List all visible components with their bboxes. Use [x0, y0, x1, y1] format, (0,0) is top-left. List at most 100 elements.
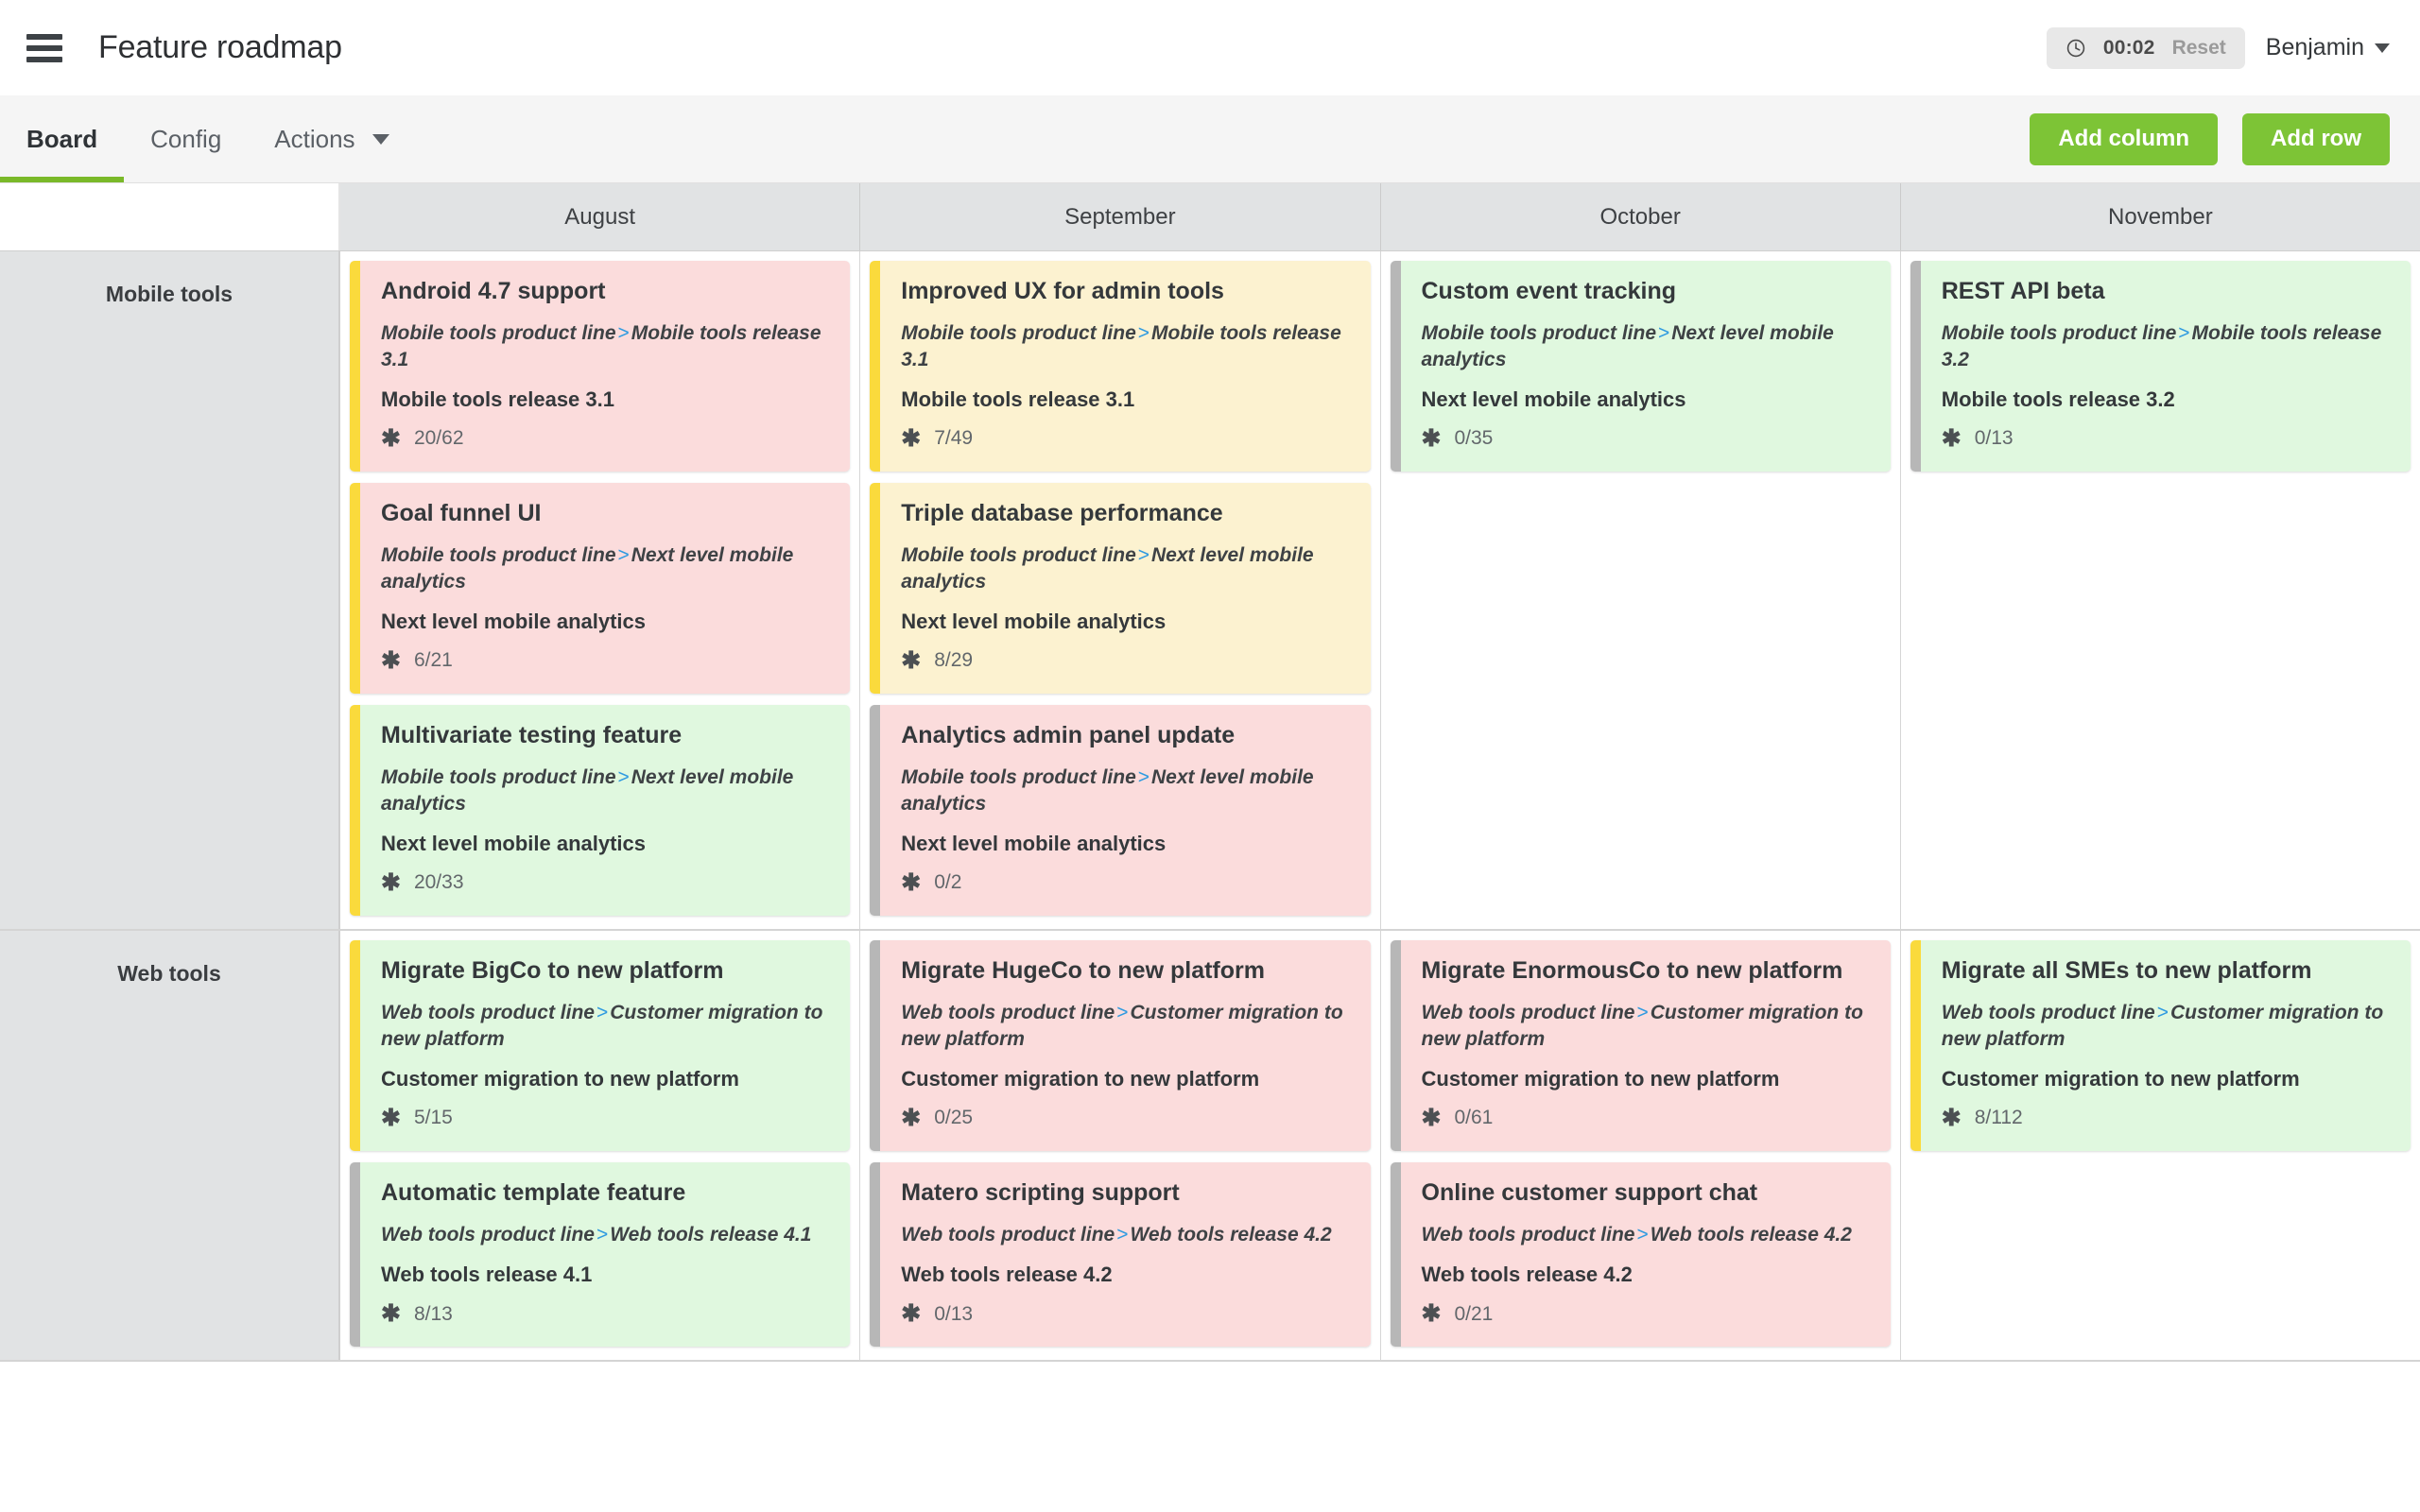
- roadmap-card[interactable]: Online customer support chatWeb tools pr…: [1391, 1162, 1891, 1347]
- tab-actions-label: Actions: [274, 125, 354, 154]
- row-header-mobile-tools[interactable]: Mobile tools: [0, 251, 340, 929]
- card-release-label: Mobile tools release 3.1: [901, 387, 1347, 412]
- card-progress-count: 5/15: [414, 1107, 453, 1129]
- row-header-label: Mobile tools: [106, 282, 233, 929]
- column-header-october[interactable]: October: [1381, 183, 1901, 250]
- card-release-label: Customer migration to new platform: [1942, 1067, 2388, 1091]
- card-meta: ✱0/35: [1422, 427, 1868, 451]
- card-progress-count: 0/61: [1454, 1107, 1493, 1129]
- breadcrumb-parent: Mobile tools product line: [381, 766, 616, 788]
- roadmap-card[interactable]: Improved UX for admin toolsMobile tools …: [870, 261, 1370, 472]
- roadmap-card[interactable]: Migrate all SMEs to new platformWeb tool…: [1910, 940, 2411, 1151]
- timer-value: 00:02: [2103, 37, 2155, 60]
- asterisk-icon: ✱: [901, 427, 921, 451]
- asterisk-icon: ✱: [1422, 1302, 1442, 1326]
- breadcrumb-separator-icon: >: [595, 1002, 610, 1023]
- board-cell[interactable]: Android 4.7 supportMobile tools product …: [340, 251, 860, 929]
- card-meta: ✱0/21: [1422, 1302, 1868, 1326]
- card-title: Custom event tracking: [1422, 278, 1868, 305]
- breadcrumb-parent: Mobile tools product line: [1422, 322, 1657, 344]
- breadcrumb-separator-icon: >: [1136, 766, 1151, 788]
- card-progress-count: 8/112: [1975, 1107, 2023, 1129]
- card-breadcrumb: Mobile tools product line>Mobile tools r…: [1942, 320, 2388, 373]
- card-progress-count: 0/25: [934, 1107, 973, 1129]
- asterisk-icon: ✱: [381, 871, 401, 895]
- board-cell[interactable]: Migrate HugeCo to new platformWeb tools …: [860, 931, 1380, 1360]
- card-meta: ✱ 0/13: [901, 1302, 1347, 1326]
- card-breadcrumb: Web tools product line>Customer migratio…: [901, 1000, 1347, 1053]
- card-meta: ✱8/13: [381, 1302, 827, 1326]
- card-title: Automatic template feature: [381, 1179, 827, 1207]
- card-release-label: Customer migration to new platform: [901, 1067, 1347, 1091]
- hamburger-bar: [26, 34, 62, 40]
- card-breadcrumb: Mobile tools product line>Mobile tools r…: [901, 320, 1347, 373]
- tab-board[interactable]: Board: [0, 95, 124, 182]
- card-breadcrumb: Web tools product line>Web tools release…: [1422, 1222, 1868, 1248]
- timer-widget[interactable]: 00:02 Reset: [2047, 27, 2245, 69]
- row-header-web-tools[interactable]: Web tools: [0, 931, 340, 1360]
- page-title: Feature roadmap: [98, 29, 342, 66]
- chevron-down-icon: [2375, 43, 2390, 53]
- breadcrumb-separator-icon: >: [2176, 322, 2191, 344]
- asterisk-icon: ✱: [1422, 1107, 1442, 1130]
- roadmap-card[interactable]: Android 4.7 supportMobile tools product …: [350, 261, 850, 472]
- card-release-label: Next level mobile analytics: [901, 610, 1347, 634]
- card-release-label: Next level mobile analytics: [1422, 387, 1868, 412]
- board-cell[interactable]: Custom event tracking Mobile tools produc…: [1381, 251, 1901, 929]
- column-header-august[interactable]: August: [340, 183, 860, 250]
- board-cell[interactable]: Migrate EnormousCo to new platformWeb to…: [1381, 931, 1901, 1360]
- card-release-label: Next level mobile analytics: [381, 832, 827, 856]
- add-row-button[interactable]: Add row: [2242, 113, 2390, 165]
- roadmap-card[interactable]: Automatic template feature Web tools prod…: [350, 1162, 850, 1347]
- roadmap-card[interactable]: Multivariate testing featureMobile tools…: [350, 705, 850, 916]
- breadcrumb-parent: Web tools product line: [381, 1224, 595, 1246]
- asterisk-icon: ✱: [901, 1302, 921, 1326]
- user-menu[interactable]: Benjamin: [2266, 34, 2390, 61]
- breadcrumb-separator-icon: >: [2155, 1002, 2170, 1023]
- breadcrumb-parent: Mobile tools product line: [381, 322, 616, 344]
- column-header-november[interactable]: November: [1901, 183, 2420, 250]
- breadcrumb-parent: Web tools product line: [1422, 1002, 1635, 1023]
- column-header-september[interactable]: September: [860, 183, 1380, 250]
- nav-tabs: Board Config Actions: [0, 95, 416, 182]
- card-progress-count: 0/13: [934, 1303, 973, 1326]
- card-breadcrumb: Mobile tools product line>Next level mob…: [381, 765, 827, 817]
- roadmap-card[interactable]: Migrate HugeCo to new platformWeb tools …: [870, 940, 1370, 1151]
- breadcrumb-separator-icon: >: [616, 544, 631, 566]
- board-cell[interactable]: REST API betaMobile tools product line>M…: [1901, 251, 2420, 929]
- card-progress-count: 7/49: [934, 427, 973, 450]
- clock-icon: [2066, 38, 2086, 59]
- roadmap-card[interactable]: Triple database performanceMobile tools …: [870, 483, 1370, 694]
- breadcrumb-separator-icon: >: [1634, 1002, 1650, 1023]
- roadmap-card[interactable]: Analytics admin panel updateMobile tools…: [870, 705, 1370, 916]
- card-breadcrumb: Mobile tools product line>Next level mob…: [901, 765, 1347, 817]
- board-cell[interactable]: Migrate BigCo to new platformWeb tools p…: [340, 931, 860, 1360]
- hamburger-icon[interactable]: [26, 34, 62, 62]
- add-column-button[interactable]: Add column: [2030, 113, 2218, 165]
- roadmap-card[interactable]: Migrate EnormousCo to new platformWeb to…: [1391, 940, 1891, 1151]
- card-progress-count: 20/62: [414, 427, 464, 450]
- card-breadcrumb: Mobile tools product line>Next level mob…: [1422, 320, 1868, 373]
- tab-config[interactable]: Config: [124, 95, 248, 182]
- board-cell[interactable]: Improved UX for admin toolsMobile tools …: [860, 251, 1380, 929]
- column-header-label: October: [1599, 204, 1680, 231]
- card-meta: ✱ 7/49: [901, 427, 1347, 451]
- roadmap-card[interactable]: Goal funnel UIMobile tools product line>…: [350, 483, 850, 694]
- board-cell[interactable]: Migrate all SMEs to new platformWeb tool…: [1901, 931, 2420, 1360]
- card-release-label: Next level mobile analytics: [901, 832, 1347, 856]
- card-release-label: Next level mobile analytics: [381, 610, 827, 634]
- card-release-label: Mobile tools release 3.1: [381, 387, 827, 412]
- chevron-down-icon: [372, 134, 389, 145]
- tab-config-label: Config: [150, 125, 221, 154]
- timer-reset-button[interactable]: Reset: [2172, 37, 2226, 60]
- card-progress-count: 0/35: [1454, 427, 1493, 450]
- card-meta: ✱6/21: [381, 649, 827, 673]
- tab-actions[interactable]: Actions: [248, 95, 415, 182]
- roadmap-card[interactable]: Migrate BigCo to new platformWeb tools p…: [350, 940, 850, 1151]
- column-header-label: September: [1064, 204, 1175, 231]
- roadmap-card[interactable]: Custom event tracking Mobile tools produc…: [1391, 261, 1891, 472]
- card-progress-count: 0/13: [1975, 427, 2014, 450]
- roadmap-card[interactable]: Matero scripting supportWeb tools produc…: [870, 1162, 1370, 1347]
- roadmap-card[interactable]: REST API betaMobile tools product line>M…: [1910, 261, 2411, 472]
- asterisk-icon: ✱: [901, 1107, 921, 1130]
